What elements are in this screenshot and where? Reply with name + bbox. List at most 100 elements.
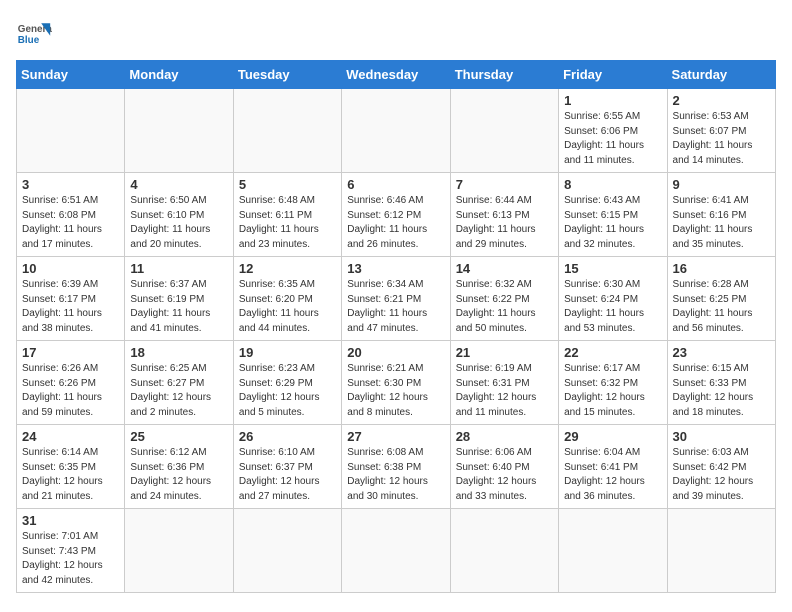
- day-number: 10: [22, 261, 119, 276]
- day-info: Sunrise: 6:04 AM Sunset: 6:41 PM Dayligh…: [564, 446, 661, 504]
- calendar-cell: 19Sunrise: 6:23 AM Sunset: 6:29 PM Dayli…: [233, 341, 341, 425]
- col-header-tuesday: Tuesday: [233, 61, 341, 89]
- general-blue-logo-icon: General Blue: [16, 16, 52, 52]
- calendar-cell: 23 Sunrise: 6:15 AM Sunset: 6:33 PM Dayli…: [667, 341, 775, 425]
- day-info: Sunrise: 6:03 AM Sunset: 6:42 PM Dayligh…: [673, 446, 770, 504]
- calendar-cell: 18 Sunrise: 6:25 AM Sunset: 6:27 PM Dayli…: [125, 341, 233, 425]
- calendar-cell: 16Sunrise: 6:28 AM Sunset: 6:25 PM Dayli…: [667, 257, 775, 341]
- day-number: 31: [22, 513, 119, 528]
- calendar-cell: 21 Sunrise: 6:19 AM Sunset: 6:31 PM Dayli…: [450, 341, 558, 425]
- calendar-cell: 1 Sunrise: 6:55 AM Sunset: 6:06 PM Daylig…: [559, 89, 667, 173]
- day-number: 7: [456, 177, 553, 192]
- day-number: 20: [347, 345, 444, 360]
- calendar-cell: 11 Sunrise: 6:37 AM Sunset: 6:19 PM Dayli…: [125, 257, 233, 341]
- calendar-cell: 8Sunrise: 6:43 AM Sunset: 6:15 PM Daylig…: [559, 173, 667, 257]
- calendar-cell: 31 Sunrise: 7:01 AM Sunset: 7:43 PM Dayli…: [17, 509, 125, 593]
- calendar-cell: 30 Sunrise: 6:03 AM Sunset: 6:42 PM Dayli…: [667, 425, 775, 509]
- calendar-cell: [450, 89, 558, 173]
- calendar-header-row: SundayMondayTuesdayWednesdayThursdayFrid…: [17, 61, 776, 89]
- day-info: Sunrise: 6:37 AM Sunset: 6:19 PM Dayligh…: [130, 278, 227, 336]
- calendar-cell: 9 Sunrise: 6:41 AM Sunset: 6:16 PM Daylig…: [667, 173, 775, 257]
- day-number: 2: [673, 93, 770, 108]
- day-number: 17: [22, 345, 119, 360]
- day-info: Sunrise: 6:08 AM Sunset: 6:38 PM Dayligh…: [347, 446, 444, 504]
- day-info: Sunrise: 6:39 AM Sunset: 6:17 PM Dayligh…: [22, 278, 119, 336]
- day-number: 14: [456, 261, 553, 276]
- calendar-cell: 5 Sunrise: 6:48 AM Sunset: 6:11 PM Daylig…: [233, 173, 341, 257]
- calendar-cell: 28Sunrise: 6:06 AM Sunset: 6:40 PM Dayli…: [450, 425, 558, 509]
- day-info: Sunrise: 7:01 AM Sunset: 7:43 PM Dayligh…: [22, 530, 119, 588]
- day-number: 22: [564, 345, 661, 360]
- day-number: 13: [347, 261, 444, 276]
- day-number: 19: [239, 345, 336, 360]
- day-number: 9: [673, 177, 770, 192]
- col-header-wednesday: Wednesday: [342, 61, 450, 89]
- calendar-cell: 4Sunrise: 6:50 AM Sunset: 6:10 PM Daylig…: [125, 173, 233, 257]
- day-number: 30: [673, 429, 770, 444]
- svg-text:Blue: Blue: [18, 35, 40, 46]
- calendar-cell: 26 Sunrise: 6:10 AM Sunset: 6:37 PM Dayli…: [233, 425, 341, 509]
- calendar-week-row: 10 Sunrise: 6:39 AM Sunset: 6:17 PM Dayli…: [17, 257, 776, 341]
- day-info: Sunrise: 6:32 AM Sunset: 6:22 PM Dayligh…: [456, 278, 553, 336]
- day-number: 5: [239, 177, 336, 192]
- day-info: Sunrise: 6:17 AM Sunset: 6:32 PM Dayligh…: [564, 362, 661, 420]
- day-info: Sunrise: 6:44 AM Sunset: 6:13 PM Dayligh…: [456, 194, 553, 252]
- day-number: 26: [239, 429, 336, 444]
- day-info: Sunrise: 6:46 AM Sunset: 6:12 PM Dayligh…: [347, 194, 444, 252]
- calendar-week-row: 31 Sunrise: 7:01 AM Sunset: 7:43 PM Dayli…: [17, 509, 776, 593]
- calendar-cell: [342, 509, 450, 593]
- day-info: Sunrise: 6:51 AM Sunset: 6:08 PM Dayligh…: [22, 194, 119, 252]
- day-info: Sunrise: 6:21 AM Sunset: 6:30 PM Dayligh…: [347, 362, 444, 420]
- day-info: Sunrise: 6:12 AM Sunset: 6:36 PM Dayligh…: [130, 446, 227, 504]
- day-number: 27: [347, 429, 444, 444]
- calendar-cell: 10 Sunrise: 6:39 AM Sunset: 6:17 PM Dayli…: [17, 257, 125, 341]
- calendar-week-row: 3Sunrise: 6:51 AM Sunset: 6:08 PM Daylig…: [17, 173, 776, 257]
- day-info: Sunrise: 6:35 AM Sunset: 6:20 PM Dayligh…: [239, 278, 336, 336]
- calendar-cell: 3Sunrise: 6:51 AM Sunset: 6:08 PM Daylig…: [17, 173, 125, 257]
- day-info: Sunrise: 6:43 AM Sunset: 6:15 PM Dayligh…: [564, 194, 661, 252]
- calendar-cell: [125, 509, 233, 593]
- calendar-cell: [559, 509, 667, 593]
- day-info: Sunrise: 6:28 AM Sunset: 6:25 PM Dayligh…: [673, 278, 770, 336]
- day-number: 18: [130, 345, 227, 360]
- day-number: 21: [456, 345, 553, 360]
- day-info: Sunrise: 6:41 AM Sunset: 6:16 PM Dayligh…: [673, 194, 770, 252]
- day-info: Sunrise: 6:15 AM Sunset: 6:33 PM Dayligh…: [673, 362, 770, 420]
- day-number: 6: [347, 177, 444, 192]
- day-number: 29: [564, 429, 661, 444]
- calendar-cell: [667, 509, 775, 593]
- calendar-cell: [342, 89, 450, 173]
- logo: General Blue: [16, 16, 52, 52]
- calendar-week-row: 1 Sunrise: 6:55 AM Sunset: 6:06 PM Daylig…: [17, 89, 776, 173]
- day-info: Sunrise: 6:55 AM Sunset: 6:06 PM Dayligh…: [564, 110, 661, 168]
- calendar-cell: 29 Sunrise: 6:04 AM Sunset: 6:41 PM Dayli…: [559, 425, 667, 509]
- day-info: Sunrise: 6:50 AM Sunset: 6:10 PM Dayligh…: [130, 194, 227, 252]
- calendar-cell: 2 Sunrise: 6:53 AM Sunset: 6:07 PM Daylig…: [667, 89, 775, 173]
- col-header-monday: Monday: [125, 61, 233, 89]
- day-info: Sunrise: 6:10 AM Sunset: 6:37 PM Dayligh…: [239, 446, 336, 504]
- day-number: 1: [564, 93, 661, 108]
- calendar-cell: 6 Sunrise: 6:46 AM Sunset: 6:12 PM Daylig…: [342, 173, 450, 257]
- day-number: 23: [673, 345, 770, 360]
- day-number: 25: [130, 429, 227, 444]
- calendar-cell: 25 Sunrise: 6:12 AM Sunset: 6:36 PM Dayli…: [125, 425, 233, 509]
- page-header: General Blue: [16, 16, 776, 52]
- calendar-cell: 20 Sunrise: 6:21 AM Sunset: 6:30 PM Dayli…: [342, 341, 450, 425]
- day-info: Sunrise: 6:48 AM Sunset: 6:11 PM Dayligh…: [239, 194, 336, 252]
- day-number: 24: [22, 429, 119, 444]
- col-header-sunday: Sunday: [17, 61, 125, 89]
- day-info: Sunrise: 6:19 AM Sunset: 6:31 PM Dayligh…: [456, 362, 553, 420]
- calendar-cell: 24 Sunrise: 6:14 AM Sunset: 6:35 PM Dayli…: [17, 425, 125, 509]
- calendar-cell: [233, 89, 341, 173]
- col-header-thursday: Thursday: [450, 61, 558, 89]
- day-info: Sunrise: 6:14 AM Sunset: 6:35 PM Dayligh…: [22, 446, 119, 504]
- calendar-cell: 17Sunrise: 6:26 AM Sunset: 6:26 PM Dayli…: [17, 341, 125, 425]
- day-info: Sunrise: 6:53 AM Sunset: 6:07 PM Dayligh…: [673, 110, 770, 168]
- day-number: 15: [564, 261, 661, 276]
- day-number: 11: [130, 261, 227, 276]
- day-info: Sunrise: 6:25 AM Sunset: 6:27 PM Dayligh…: [130, 362, 227, 420]
- calendar-week-row: 17Sunrise: 6:26 AM Sunset: 6:26 PM Dayli…: [17, 341, 776, 425]
- calendar-cell: 15Sunrise: 6:30 AM Sunset: 6:24 PM Dayli…: [559, 257, 667, 341]
- day-info: Sunrise: 6:34 AM Sunset: 6:21 PM Dayligh…: [347, 278, 444, 336]
- calendar-cell: [17, 89, 125, 173]
